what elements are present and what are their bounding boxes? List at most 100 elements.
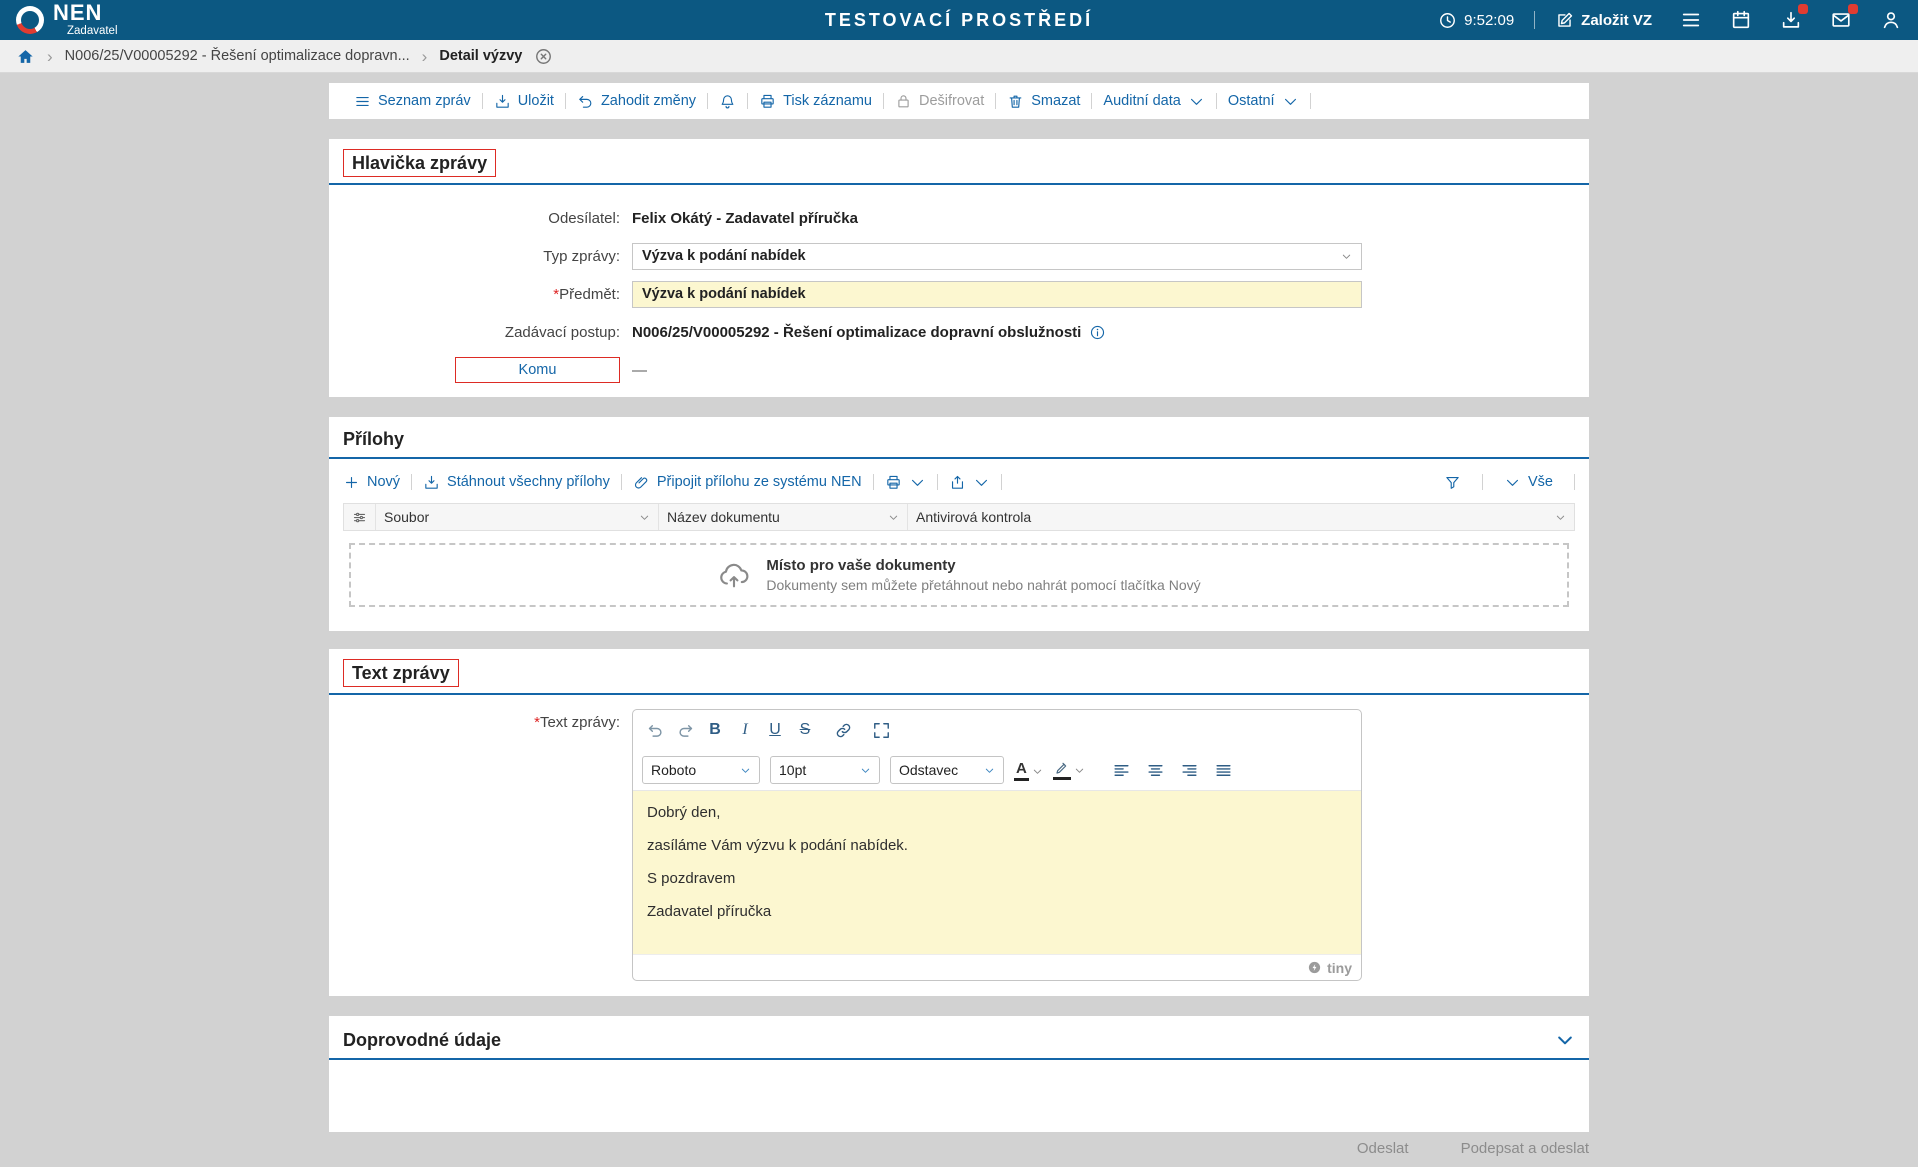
save-label: Uložit [517,93,554,109]
strikethrough-glyph: S [799,721,811,738]
printer-icon [761,94,774,108]
home-button[interactable] [16,47,35,66]
attach-from-nen-button[interactable]: Připojit přílohu ze systému NEN [622,474,873,491]
chevron-down-icon [1342,254,1351,259]
discard-changes-button[interactable]: Zahodit změny [566,93,707,110]
attachments-dropzone[interactable]: Místo pro vaše dokumenty Dokumenty sem m… [349,543,1569,607]
list-icon [356,96,369,106]
audit-data-button[interactable]: Auditní data [1092,93,1215,110]
align-right-icon [1182,764,1197,776]
download-all-label: Stáhnout všechny přílohy [447,474,610,490]
undo-button[interactable] [642,717,668,743]
create-vz-button[interactable]: Založit VZ [1555,11,1652,30]
chevron-down-icon [1284,98,1296,105]
section-accompanying-data: Doprovodné údaje [329,1016,1589,1132]
discard-changes-label: Zahodit změny [600,93,697,109]
underline-button[interactable]: U [762,717,788,743]
menu-button[interactable] [1680,9,1702,31]
print-record-button[interactable]: Tisk záznamu [748,93,883,110]
new-attachment-button[interactable]: Nový [343,474,411,491]
breadcrumb-current-tab: Detail výzvy [439,48,523,64]
filter-button[interactable] [1433,474,1472,491]
editor-paragraph: zasíláme Vám výzvu k podání nabídek. [647,837,908,854]
view-all-dropdown[interactable]: Vše [1493,474,1564,491]
align-justify-button[interactable] [1211,757,1237,783]
text-color-button[interactable]: A [1014,760,1043,781]
font-size-select[interactable]: 10pt [770,756,880,784]
messages-button[interactable] [1830,4,1858,31]
font-family-select[interactable]: Roboto [642,756,760,784]
profile-button[interactable] [1880,9,1902,31]
info-icon[interactable] [1089,324,1106,341]
close-tab-button[interactable] [534,47,553,66]
environment-title: TESTOVACÍ PROSTŘEDÍ [824,9,1094,30]
dropzone-text: Místo pro vaše dokumenty Dokumenty sem m… [766,557,1200,593]
align-right-button[interactable] [1177,757,1203,783]
strikethrough-button[interactable]: S [792,717,818,743]
brand-text: NEN Zadavatel [53,2,118,38]
column-header-nazev-dokumentu[interactable]: Název dokumentu [659,504,908,530]
messages-badge [1848,4,1858,14]
other-actions-button[interactable]: Ostatní [1217,93,1310,110]
redo-button[interactable] [672,717,698,743]
chevron-down-icon [861,768,870,773]
column-settings-button[interactable] [344,504,376,530]
chevron-down-icon [1558,1036,1572,1045]
cloud-upload-icon [720,563,749,588]
sign-and-send-button[interactable]: Podepsat a odeslat [1461,1140,1589,1157]
export-icon [951,475,963,489]
create-vz-label: Založit VZ [1581,11,1652,29]
align-left-button[interactable] [1109,757,1135,783]
column-label: Soubor [384,509,430,525]
tiny-brand-label: tiny [1327,959,1352,976]
link-button[interactable] [830,717,856,743]
attach-from-nen-label: Připojit přílohu ze systému NEN [656,474,862,490]
column-header-antivirova-kontrola[interactable]: Antivirová kontrola [908,504,1574,530]
download-all-attachments-button[interactable]: Stáhnout všechny přílohy [412,474,621,491]
nen-brand[interactable]: NEN Zadavatel [16,2,118,38]
send-button[interactable]: Odeslat [1357,1140,1409,1157]
align-center-icon [1148,764,1163,776]
message-header-form: Odesílatel: Felix Okátý - Zadavatel přír… [343,199,1575,397]
clock-icon [1440,12,1456,28]
italic-button[interactable]: I [732,717,758,743]
collapse-section-button[interactable] [1555,1030,1575,1050]
bold-button[interactable]: B [702,717,728,743]
filter-chevron-icon[interactable] [639,512,650,523]
breadcrumb-procedure[interactable]: N006/25/V00005292 - Řešení optimalizace … [65,48,410,64]
close-icon [536,48,552,64]
audit-data-label: Auditní data [1103,93,1181,109]
recipient-picker-button[interactable]: Komu [455,357,620,383]
filter-chevron-icon[interactable] [888,512,899,523]
notifications-button[interactable] [708,93,747,110]
highlighter-icon [1052,760,1071,780]
dropzone-subtitle: Dokumenty sem můžete přetáhnout nebo nah… [766,577,1201,593]
highlight-color-button[interactable] [1052,760,1085,780]
subject-input[interactable] [632,280,1362,308]
save-button[interactable]: Uložit [483,93,565,110]
plus-icon [345,476,358,488]
underline-glyph: U [769,721,781,738]
fullscreen-button[interactable] [868,717,894,743]
print-attachments-button[interactable] [874,474,937,491]
align-center-button[interactable] [1143,757,1169,783]
filter-chevron-icon[interactable] [1555,512,1566,523]
column-header-soubor[interactable]: Soubor [376,504,659,530]
brand-name: NEN [53,0,103,26]
export-attachments-button[interactable] [938,474,1001,491]
downloads-button[interactable] [1780,4,1808,31]
message-list-button[interactable]: Seznam zpráv [343,93,482,110]
paragraph-format-select[interactable]: Odstavec [890,756,1004,784]
recipient-label-cell: Komu [343,357,620,383]
section-title-prilohy: Přílohy [343,429,405,449]
align-left-icon [1114,764,1129,776]
breadcrumb: › N006/25/V00005292 - Řešení optimalizac… [0,40,1918,73]
message-type-select[interactable]: Výzva k podání nabídek [632,242,1362,270]
section-title-text-zpravy: Text zprávy [352,663,450,683]
delete-button[interactable]: Smazat [996,93,1091,110]
record-toolbar: Seznam zpráv Uložit Zahodit změny Tisk z… [329,83,1589,119]
calendar-button[interactable] [1730,9,1752,31]
hamburger-icon [1682,13,1700,27]
editor-content[interactable]: Dobrý den, zasíláme Vám výzvu k podání n… [633,790,1361,954]
decrypt-button[interactable]: Dešifrovat [884,93,995,110]
